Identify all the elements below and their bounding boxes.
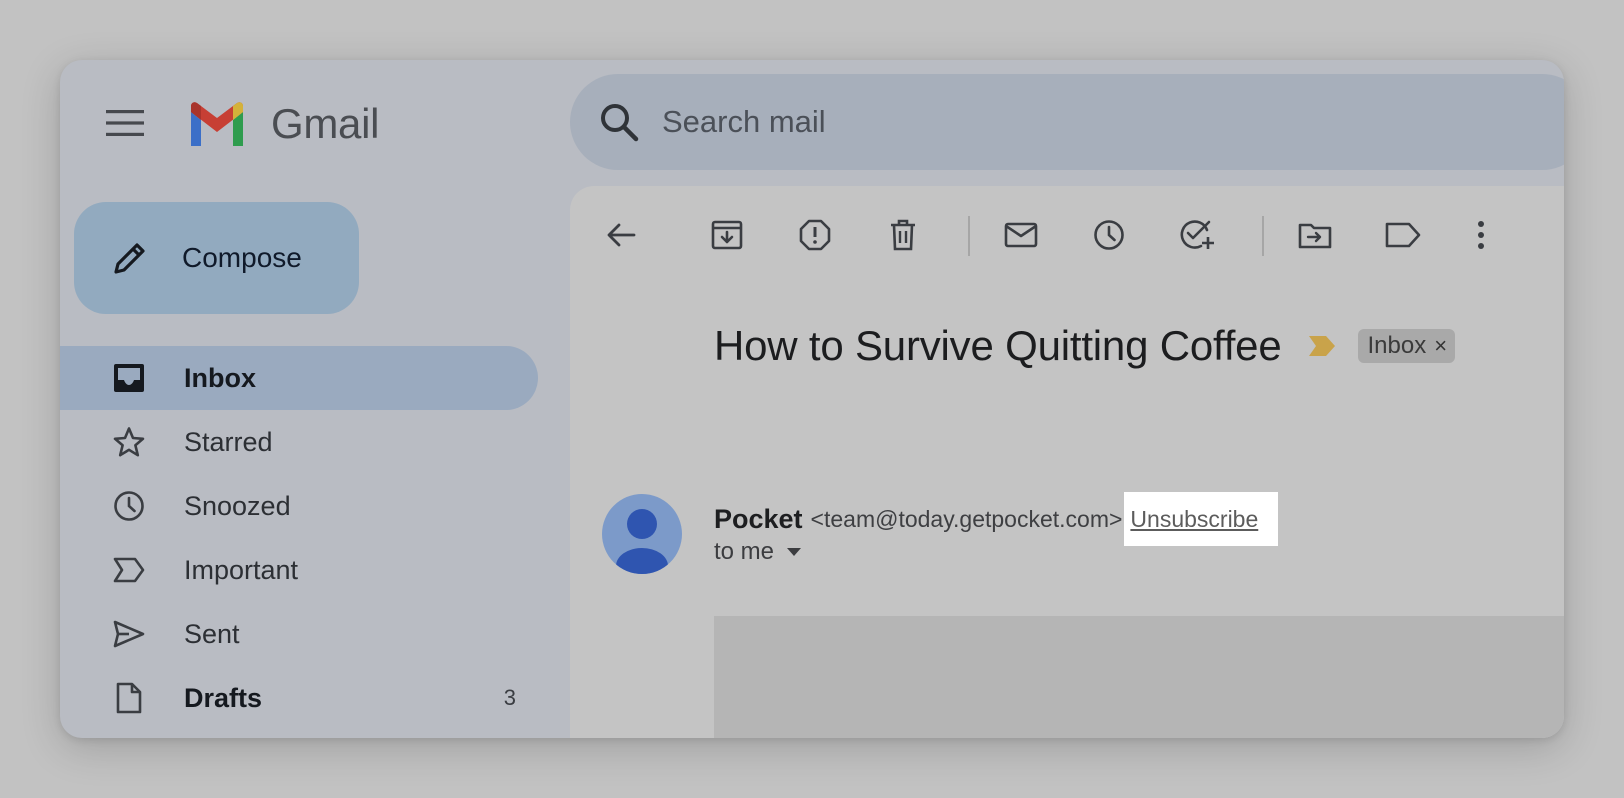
delete-button[interactable] — [880, 212, 926, 258]
message-pane: How to Survive Quitting Coffee Inbox × P… — [570, 186, 1564, 738]
gmail-m-logo-icon — [191, 102, 243, 146]
inbox-icon — [112, 361, 146, 395]
send-icon — [112, 617, 146, 651]
mark-unread-icon — [1004, 222, 1038, 248]
add-task-icon — [1180, 220, 1214, 249]
sidebar-item-sent[interactable]: Sent — [60, 602, 538, 666]
sender-name: Pocket — [714, 503, 803, 534]
important-icon — [112, 553, 146, 587]
draft-icon — [112, 681, 146, 715]
email-subject: How to Survive Quitting Coffee — [714, 322, 1282, 369]
search-icon[interactable] — [598, 101, 640, 143]
sidebar-item-label: Inbox — [184, 362, 256, 393]
snooze-button[interactable] — [1086, 212, 1132, 258]
mark-unread-button[interactable] — [998, 212, 1044, 258]
archive-icon — [711, 220, 743, 250]
move-to-icon — [1298, 223, 1332, 249]
person-icon — [616, 509, 668, 574]
sidebar-item-starred[interactable]: Starred — [60, 410, 538, 474]
back-icon — [607, 223, 636, 247]
add-task-button[interactable] — [1174, 212, 1220, 258]
sidebar-item-important[interactable]: Important — [60, 538, 538, 602]
sidebar: Gmail Compose Inbox Starred Snoozed Impo… — [60, 60, 570, 738]
sidebar-item-inbox[interactable]: Inbox — [60, 346, 538, 410]
drafts-count-badge: 3 — [503, 685, 516, 710]
subject-row: How to Survive Quitting Coffee Inbox × — [714, 322, 1456, 370]
search-input[interactable] — [662, 104, 1362, 140]
message-toolbar — [570, 186, 1564, 286]
label-chip-text: Inbox — [1367, 332, 1427, 359]
avatar[interactable] — [602, 494, 682, 574]
report-spam-button[interactable] — [792, 212, 838, 258]
main-menu-button[interactable] — [100, 98, 150, 148]
recipient-text: to me — [714, 538, 775, 565]
compose-label: Compose — [182, 242, 302, 273]
gmail-logo[interactable]: Gmail — [187, 100, 379, 148]
important-marker-icon — [1308, 336, 1335, 356]
sidebar-item-label: Drafts — [184, 682, 263, 713]
sidebar-item-label: Important — [184, 554, 299, 585]
pencil-icon — [114, 243, 145, 274]
sidebar-item-drafts[interactable]: Drafts 3 — [60, 666, 538, 730]
unsubscribe-highlight: Unsubscribe — [1124, 492, 1279, 546]
toolbar-divider — [1262, 216, 1264, 256]
recipient-details-toggle[interactable]: to me — [714, 538, 802, 566]
gmail-window: Gmail Compose Inbox Starred Snoozed Impo… — [60, 60, 1564, 738]
remove-label-button[interactable]: × — [1434, 335, 1447, 357]
sidebar-item-label: Sent — [184, 618, 240, 649]
email-body — [714, 616, 1564, 738]
toolbar-divider — [968, 216, 970, 256]
delete-icon — [891, 219, 915, 251]
move-to-button[interactable] — [1292, 212, 1338, 258]
clock-icon — [112, 489, 146, 523]
nav-list: Inbox Starred Snoozed Important Sent Dra… — [60, 346, 538, 730]
archive-button[interactable] — [704, 212, 750, 258]
search-bar[interactable] — [570, 74, 1564, 170]
unsubscribe-link[interactable]: Unsubscribe — [1130, 506, 1258, 533]
inbox-label-chip: Inbox × — [1357, 329, 1456, 363]
sidebar-item-label: Snoozed — [184, 490, 291, 521]
more-options-button[interactable] — [1458, 212, 1504, 258]
star-icon — [112, 425, 146, 459]
compose-button[interactable]: Compose — [74, 202, 359, 314]
important-marker[interactable] — [1308, 335, 1336, 357]
label-icon — [1385, 222, 1421, 248]
back-button[interactable] — [598, 212, 644, 258]
sidebar-item-snoozed[interactable]: Snoozed — [60, 474, 538, 538]
caret-down-icon — [787, 548, 802, 556]
sender-email: <team@today.getpocket.com> — [810, 505, 1123, 532]
label-button[interactable] — [1380, 212, 1426, 258]
snooze-icon — [1094, 220, 1124, 250]
report-spam-icon — [799, 219, 831, 251]
brand-name: Gmail — [271, 100, 380, 147]
hamburger-menu-icon — [106, 110, 144, 136]
sidebar-item-label: Starred — [184, 426, 273, 457]
more-icon — [1478, 221, 1484, 249]
